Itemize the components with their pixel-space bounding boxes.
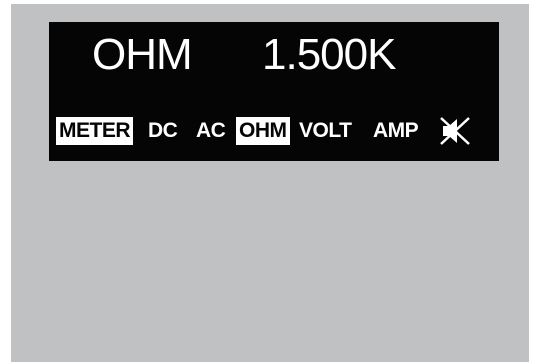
- mode-button-ohm[interactable]: OHM: [236, 117, 290, 145]
- mode-button-ac[interactable]: AC: [196, 117, 226, 145]
- readout-mode: OHM: [92, 30, 193, 79]
- mode-button-meter[interactable]: METER: [56, 117, 133, 145]
- mode-button-volt[interactable]: VOLT: [299, 117, 352, 145]
- readout-value: 1.500K: [262, 30, 396, 79]
- speaker-muted-icon[interactable]: [439, 116, 471, 146]
- mode-button-dc[interactable]: DC: [148, 117, 178, 145]
- mode-button-amp[interactable]: AMP: [373, 117, 419, 145]
